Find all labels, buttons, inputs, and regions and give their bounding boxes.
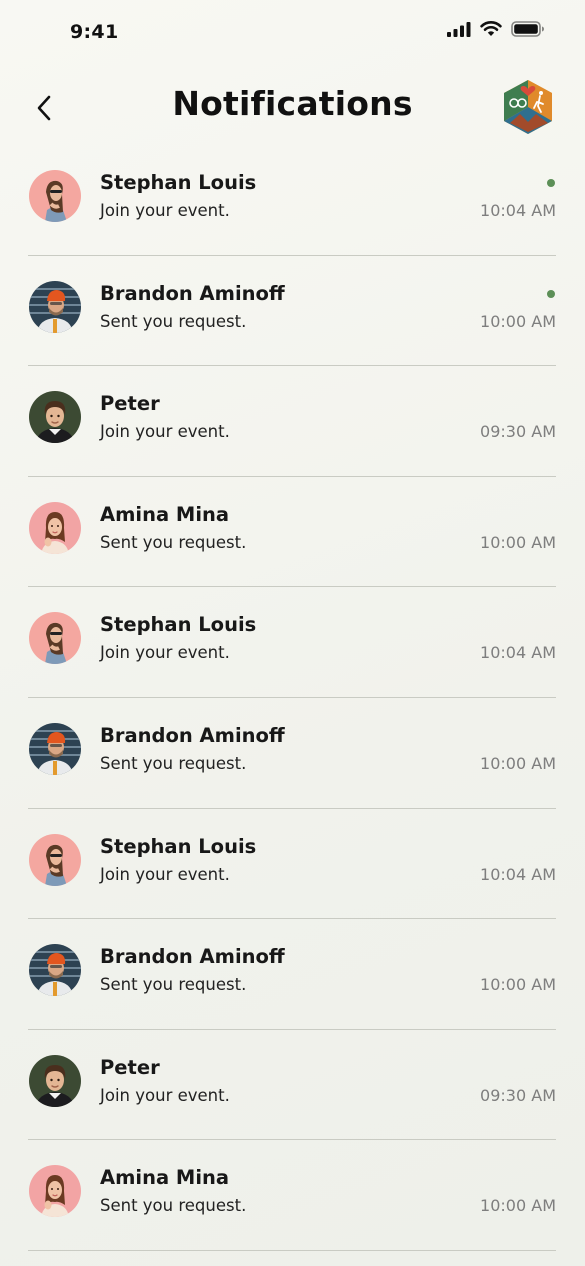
notification-sender-name: Stephan Louis bbox=[100, 171, 257, 194]
notification-row: Peter Join your event. 09:30 AM bbox=[28, 365, 556, 477]
avatar bbox=[29, 612, 81, 665]
notification-time: 10:00 AM bbox=[480, 532, 556, 552]
notification-message: Sent you request. bbox=[100, 311, 247, 331]
notification-time: 10:04 AM bbox=[480, 864, 556, 884]
notification-message: Sent you request. bbox=[100, 1196, 247, 1216]
notification-item[interactable]: Brandon Aminoff Sent you request. 10:00 … bbox=[0, 255, 585, 367]
notification-time: 10:04 AM bbox=[480, 643, 556, 663]
notification-row: Stephan Louis Join your event. 10:04 AM bbox=[28, 144, 556, 256]
status-icons bbox=[447, 21, 545, 41]
notification-item[interactable]: Stephan Louis Join your event. 10:04 AM bbox=[0, 144, 585, 256]
avatar bbox=[29, 391, 81, 444]
avatar bbox=[29, 833, 81, 886]
notification-sender-name: Brandon Aminoff bbox=[100, 281, 285, 305]
notification-time: 09:30 AM bbox=[480, 422, 556, 442]
app-logo-icon bbox=[502, 78, 554, 136]
notification-message: Join your event. bbox=[100, 1085, 230, 1105]
notification-row: Brandon Aminoff Sent you request. 10:00 … bbox=[28, 255, 556, 367]
notification-message: Sent you request. bbox=[100, 753, 247, 773]
avatar bbox=[29, 1165, 81, 1218]
notification-message: Join your event. bbox=[100, 643, 230, 663]
notification-item[interactable]: Brandon Aminoff Sent you request. 10:00 … bbox=[0, 697, 585, 809]
avatar bbox=[29, 1054, 81, 1107]
notification-sender-name: Amina Mina bbox=[100, 1166, 230, 1190]
notification-message: Sent you request. bbox=[100, 975, 247, 995]
notification-sender-name: Brandon Aminoff bbox=[100, 945, 285, 969]
notification-message: Join your event. bbox=[100, 422, 230, 442]
notification-sender-name: Peter bbox=[100, 392, 160, 416]
notification-time: 10:00 AM bbox=[480, 753, 556, 773]
notification-row: Stephan Louis Join your event. 10:04 AM bbox=[28, 808, 556, 920]
status-bar: 9:41 bbox=[0, 0, 585, 64]
notification-message: Sent you request. bbox=[100, 532, 247, 552]
notification-time: 10:00 AM bbox=[480, 311, 556, 331]
notification-row: Stephan Louis Join your event. 10:04 AM bbox=[28, 586, 556, 698]
status-time: 9:41 bbox=[70, 21, 119, 43]
avatar bbox=[29, 944, 81, 997]
notification-item[interactable]: Peter Join your event. 09:30 AM bbox=[0, 365, 585, 477]
header: Notifications bbox=[0, 70, 585, 144]
unread-indicator bbox=[547, 289, 555, 298]
notification-item[interactable]: Brandon Aminoff Sent you request. 10:00 … bbox=[0, 918, 585, 1030]
notification-row: Amina Mina Sent you request. 10:00 AM bbox=[28, 1139, 556, 1251]
notification-message: Join your event. bbox=[100, 864, 230, 884]
notification-sender-name: Brandon Aminoff bbox=[100, 723, 285, 747]
notification-sender-name: Amina Mina bbox=[100, 502, 230, 526]
notification-sender-name: Stephan Louis bbox=[100, 834, 257, 858]
notification-item[interactable]: Amina Mina Sent you request. 10:00 AM bbox=[0, 1139, 585, 1251]
notification-time: 10:00 AM bbox=[480, 975, 556, 995]
notification-sender-name: Stephan Louis bbox=[100, 613, 257, 637]
notification-row: Brandon Aminoff Sent you request. 10:00 … bbox=[28, 918, 556, 1030]
battery-icon bbox=[511, 21, 545, 41]
notification-time: 10:00 AM bbox=[480, 1196, 556, 1216]
notification-item[interactable]: Stephan Louis Join your event. 10:04 AM bbox=[0, 586, 585, 698]
notification-row: Amina Mina Sent you request. 10:00 AM bbox=[28, 476, 556, 588]
notification-row: Peter Join your event. 09:30 AM bbox=[28, 1029, 556, 1141]
avatar bbox=[29, 280, 81, 333]
avatar bbox=[29, 501, 81, 554]
page-title: Notifications bbox=[172, 84, 413, 123]
avatar bbox=[29, 170, 81, 222]
notification-message: Join your event. bbox=[100, 201, 230, 220]
unread-indicator bbox=[547, 179, 555, 187]
avatar bbox=[29, 722, 81, 775]
notification-row: Brandon Aminoff Sent you request. 10:00 … bbox=[28, 697, 556, 809]
notification-time: 09:30 AM bbox=[480, 1085, 556, 1105]
notification-item[interactable]: Amina Mina Sent you request. 10:00 AM bbox=[0, 476, 585, 588]
notification-item[interactable]: Peter Join your event. 09:30 AM bbox=[0, 1029, 585, 1141]
notification-time: 10:04 AM bbox=[480, 201, 556, 220]
notification-list: Stephan Louis Join your event. 10:04 AM … bbox=[0, 144, 585, 1251]
signal-icon bbox=[447, 21, 471, 41]
notification-item[interactable]: Stephan Louis Join your event. 10:04 AM bbox=[0, 808, 585, 920]
notification-sender-name: Peter bbox=[100, 1055, 160, 1079]
wifi-icon bbox=[480, 21, 502, 41]
